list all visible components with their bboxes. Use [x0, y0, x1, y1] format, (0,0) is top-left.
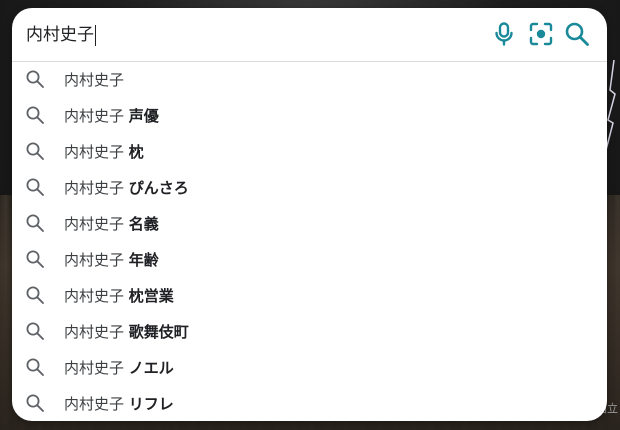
search-icon [24, 320, 46, 342]
suggestion-text: 内村史子 声優 [64, 105, 159, 126]
suggestion-suffix: 声優 [128, 106, 159, 125]
suggestion-prefix: 内村史子 [64, 322, 125, 341]
suggestion-item[interactable]: 内村史子 枕 [12, 133, 607, 169]
suggestion-suffix: 名義 [128, 214, 159, 233]
suggestion-text: 内村史子 [64, 69, 124, 90]
suggestion-item[interactable]: 内村史子 [12, 61, 607, 97]
search-button[interactable] [563, 20, 591, 48]
suggestion-prefix: 内村史子 [64, 106, 125, 125]
image-search-button[interactable] [527, 20, 555, 48]
search-query-text: 内村史子 [26, 25, 94, 45]
suggestion-prefix: 内村史子 [64, 214, 125, 233]
suggestion-text: 内村史子 名義 [64, 213, 159, 234]
search-icon [24, 176, 46, 198]
suggestion-suffix: リフレ [128, 394, 174, 413]
suggestion-item[interactable]: 内村史子 名義 [12, 205, 607, 241]
mic-icon [495, 22, 513, 46]
suggestion-suffix: 歌舞伎町 [128, 322, 189, 341]
suggestion-prefix: 内村史子 [64, 70, 125, 89]
suggestion-text: 内村史子 ぴんさろ [64, 177, 189, 198]
suggestion-item[interactable]: 内村史子 歌舞伎町 [12, 313, 607, 349]
suggestion-item[interactable]: 内村史子 ぴんさろ [12, 169, 607, 205]
suggestion-text: 内村史子 枕 [64, 141, 144, 162]
suggestion-prefix: 内村史子 [64, 178, 125, 197]
suggestion-item[interactable]: 内村史子 年齢 [12, 241, 607, 277]
suggestion-suffix: 枕 [128, 142, 144, 161]
camera-lens-icon [529, 22, 553, 46]
search-bar: 内村史子 [12, 8, 607, 62]
suggestion-item[interactable]: 内村史子 枕営業 [12, 277, 607, 313]
suggestion-list: 内村史子 内村史子 声優 内村史子 枕 内村史子 ぴんさろ 内村史子 名義 内村… [12, 61, 607, 421]
voice-search-button[interactable] [490, 20, 518, 48]
search-icon [24, 68, 46, 90]
suggestion-suffix: 年齢 [128, 250, 159, 269]
search-icon [24, 140, 46, 162]
search-icon [24, 104, 46, 126]
search-icon [24, 248, 46, 270]
suggestion-prefix: 内村史子 [64, 286, 125, 305]
search-icon [24, 284, 46, 306]
text-caret [95, 24, 96, 46]
suggestion-prefix: 内村史子 [64, 358, 125, 377]
search-icon [24, 392, 46, 414]
suggestion-suffix: ノエル [128, 358, 174, 377]
suggestion-text: 内村史子 歌舞伎町 [64, 321, 189, 342]
suggestion-item[interactable]: 内村史子 声優 [12, 97, 607, 133]
suggestion-text: 内村史子 ノエル [64, 357, 174, 378]
suggestion-text: 内村史子 枕営業 [64, 285, 174, 306]
suggestion-prefix: 内村史子 [64, 142, 125, 161]
suggestion-text: 内村史子 年齢 [64, 249, 159, 270]
search-icon [24, 356, 46, 378]
suggestion-prefix: 内村史子 [64, 250, 125, 269]
suggestion-item[interactable]: 内村史子 リフレ [12, 385, 607, 421]
suggestion-item[interactable]: 内村史子 ノエル [12, 349, 607, 385]
search-icon [565, 22, 589, 46]
suggestion-prefix: 内村史子 [64, 394, 125, 413]
search-input[interactable]: 内村史子 [26, 22, 466, 48]
search-panel: 内村史子 内村史子 内村史子 声優 内村史子 枕 内村史子 ぴんさろ 内村史子 … [12, 8, 607, 421]
suggestion-suffix: 枕営業 [128, 286, 174, 305]
suggestion-suffix: ぴんさろ [128, 178, 189, 197]
suggestion-text: 内村史子 リフレ [64, 393, 174, 414]
search-icon [24, 212, 46, 234]
